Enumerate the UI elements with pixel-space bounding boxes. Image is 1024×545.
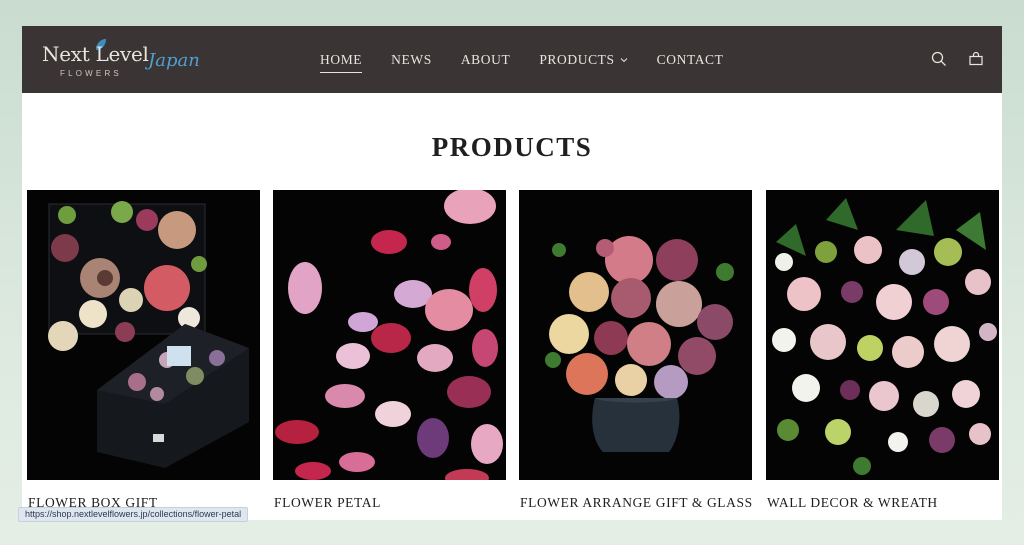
product-image[interactable] [766, 190, 999, 480]
site-logo[interactable]: Next Level FLOWERS Japan [42, 38, 202, 82]
product-card-flower-petal[interactable]: FLOWER PETAL [273, 190, 506, 510]
product-card-flower-box[interactable]: FLOWER BOX GIFT [27, 190, 260, 510]
logo-subtitle: FLOWERS [60, 69, 122, 78]
nav-products[interactable]: PRODUCTS [539, 52, 627, 68]
nav-contact[interactable]: CONTACT [657, 52, 724, 68]
product-card-flower-arrange[interactable]: FLOWER ARRANGE GIFT & GLASS [519, 190, 752, 510]
nav-news[interactable]: NEWS [391, 52, 432, 68]
page-title: PRODUCTS [431, 132, 593, 162]
cart-icon[interactable] [968, 51, 984, 67]
browser-viewport: Next Level FLOWERS Japan HOME NEWS ABOUT… [22, 26, 1002, 520]
logo-script: Japan [148, 50, 200, 71]
product-label[interactable]: FLOWER ARRANGE GIFT & GLASS [520, 495, 753, 511]
logo-wordmark: Next Level [42, 42, 149, 66]
product-label[interactable]: FLOWER PETAL [274, 495, 381, 511]
product-card-wall-decor[interactable]: WALL DECOR & WREATH [766, 190, 999, 510]
product-label[interactable]: WALL DECOR & WREATH [767, 495, 938, 511]
site-header: Next Level FLOWERS Japan HOME NEWS ABOUT… [22, 26, 1002, 93]
chevron-down-icon [620, 57, 627, 62]
product-image[interactable] [273, 190, 506, 480]
nav-about[interactable]: ABOUT [461, 52, 511, 68]
product-image[interactable] [519, 190, 752, 480]
nav-home[interactable]: HOME [320, 52, 363, 73]
search-icon[interactable] [931, 51, 947, 67]
main-nav: HOME NEWS ABOUT PRODUCTS CONTACT [320, 26, 753, 93]
link-status-bar: https://shop.nextlevelflowers.jp/collect… [18, 507, 249, 522]
product-image[interactable] [27, 190, 260, 480]
